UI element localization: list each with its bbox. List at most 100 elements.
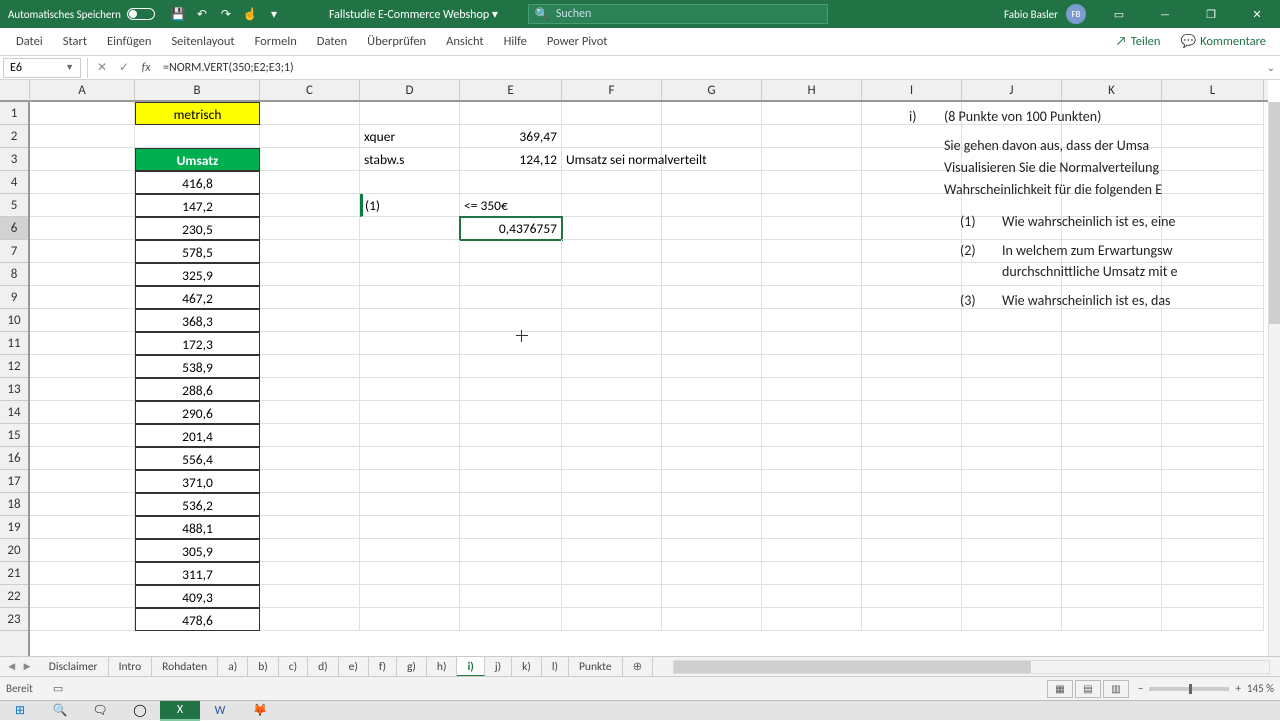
cell-C10[interactable] (260, 309, 360, 332)
cell-D6[interactable] (360, 217, 460, 240)
cell-G11[interactable] (662, 332, 762, 355)
cell-B12[interactable]: 538,9 (135, 355, 260, 378)
cell-B6[interactable]: 230,5 (135, 217, 260, 240)
document-title[interactable]: Fallstudie E-Commerce Webshop ▾ (329, 7, 498, 22)
row-header-13[interactable]: 13 (0, 378, 28, 401)
cell-F4[interactable] (562, 171, 662, 194)
cell-E22[interactable] (460, 585, 562, 608)
cell-B9[interactable]: 467,2 (135, 286, 260, 309)
sheet-tab-d[interactable]: d) (308, 657, 339, 677)
cell-I16[interactable] (862, 447, 962, 470)
cell-F12[interactable] (562, 355, 662, 378)
row-header-17[interactable]: 17 (0, 470, 28, 493)
cell-I22[interactable] (862, 585, 962, 608)
cell-F18[interactable] (562, 493, 662, 516)
cell-B4[interactable]: 416,8 (135, 171, 260, 194)
cell-B19[interactable]: 488,1 (135, 516, 260, 539)
col-header-D[interactable]: D (360, 80, 460, 100)
ribbon-tab-power pivot[interactable]: Power Pivot (537, 28, 618, 56)
cell-C16[interactable] (260, 447, 360, 470)
cell-G9[interactable] (662, 286, 762, 309)
cell-E17[interactable] (460, 470, 562, 493)
name-box[interactable]: E6 ▼ (3, 58, 81, 78)
cell-C9[interactable] (260, 286, 360, 309)
cell-E13[interactable] (460, 378, 562, 401)
cell-L16[interactable] (1162, 447, 1264, 470)
cell-G14[interactable] (662, 401, 762, 424)
spreadsheet-grid[interactable]: ABCDEFGHIJKL 123456789101112131415161718… (0, 80, 1280, 656)
cell-K16[interactable] (1062, 447, 1162, 470)
cell-E21[interactable] (460, 562, 562, 585)
cell-F19[interactable] (562, 516, 662, 539)
cell-H10[interactable] (762, 309, 862, 332)
cell-A22[interactable] (30, 585, 135, 608)
cell-K20[interactable] (1062, 539, 1162, 562)
cell-H12[interactable] (762, 355, 862, 378)
cell-G18[interactable] (662, 493, 762, 516)
cell-G5[interactable] (662, 194, 762, 217)
cell-E11[interactable] (460, 332, 562, 355)
cell-G15[interactable] (662, 424, 762, 447)
cell-D23[interactable] (360, 608, 460, 631)
sheet-tab-a[interactable]: a) (218, 657, 248, 677)
cell-K10[interactable] (1062, 309, 1162, 332)
cell-K21[interactable] (1062, 562, 1162, 585)
cell-F14[interactable] (562, 401, 662, 424)
row-header-12[interactable]: 12 (0, 355, 28, 378)
cell-A23[interactable] (30, 608, 135, 631)
cell-D2[interactable]: xquer (360, 125, 460, 148)
cell-B8[interactable]: 325,9 (135, 263, 260, 286)
cell-L17[interactable] (1162, 470, 1264, 493)
row-header-9[interactable]: 9 (0, 286, 28, 309)
namebox-dropdown-icon[interactable]: ▼ (65, 62, 74, 73)
sheet-tab-k[interactable]: k) (512, 657, 542, 677)
row-header-23[interactable]: 23 (0, 608, 28, 631)
cell-K17[interactable] (1062, 470, 1162, 493)
cell-D8[interactable] (360, 263, 460, 286)
row-header-11[interactable]: 11 (0, 332, 28, 355)
cell-J19[interactable] (962, 516, 1062, 539)
cell-B13[interactable]: 288,6 (135, 378, 260, 401)
cell-J11[interactable] (962, 332, 1062, 355)
cell-F23[interactable] (562, 608, 662, 631)
ribbon-tab-formeln[interactable]: Formeln (245, 28, 307, 56)
col-header-J[interactable]: J (962, 80, 1062, 100)
cell-A16[interactable] (30, 447, 135, 470)
cell-D9[interactable] (360, 286, 460, 309)
cell-I23[interactable] (862, 608, 962, 631)
cell-E2[interactable]: 369,47 (460, 125, 562, 148)
cell-L6[interactable] (1162, 217, 1264, 240)
cell-G6[interactable] (662, 217, 762, 240)
undo-icon[interactable]: ↶ (195, 7, 209, 21)
cell-I10[interactable] (862, 309, 962, 332)
zoom-in-icon[interactable]: + (1235, 682, 1240, 695)
row-header-22[interactable]: 22 (0, 585, 28, 608)
select-all-corner[interactable] (0, 80, 30, 102)
cell-A10[interactable] (30, 309, 135, 332)
cell-A6[interactable] (30, 217, 135, 240)
page-break-view-icon[interactable]: ▥ (1103, 680, 1129, 698)
cell-F5[interactable] (562, 194, 662, 217)
cell-G1[interactable] (662, 102, 762, 125)
cell-H9[interactable] (762, 286, 862, 309)
cell-A2[interactable] (30, 125, 135, 148)
user-account[interactable]: Fabio Basler FB (994, 4, 1096, 24)
cell-D22[interactable] (360, 585, 460, 608)
obs-icon[interactable]: ◯ (120, 701, 160, 721)
cell-H2[interactable] (762, 125, 862, 148)
cell-F22[interactable] (562, 585, 662, 608)
cell-K12[interactable] (1062, 355, 1162, 378)
cell-F20[interactable] (562, 539, 662, 562)
cell-B21[interactable]: 311,7 (135, 562, 260, 585)
cancel-formula-icon[interactable]: ✕ (91, 60, 113, 75)
cell-I15[interactable] (862, 424, 962, 447)
cell-L10[interactable] (1162, 309, 1264, 332)
cell-J20[interactable] (962, 539, 1062, 562)
sheet-tab-Rohdaten[interactable]: Rohdaten (152, 657, 218, 677)
search-taskbar-icon[interactable]: 🔍 (40, 701, 80, 721)
cell-B14[interactable]: 290,6 (135, 401, 260, 424)
autosave-toggle[interactable]: Automatisches Speichern (0, 8, 163, 21)
cell-J10[interactable] (962, 309, 1062, 332)
cell-C8[interactable] (260, 263, 360, 286)
cell-A11[interactable] (30, 332, 135, 355)
